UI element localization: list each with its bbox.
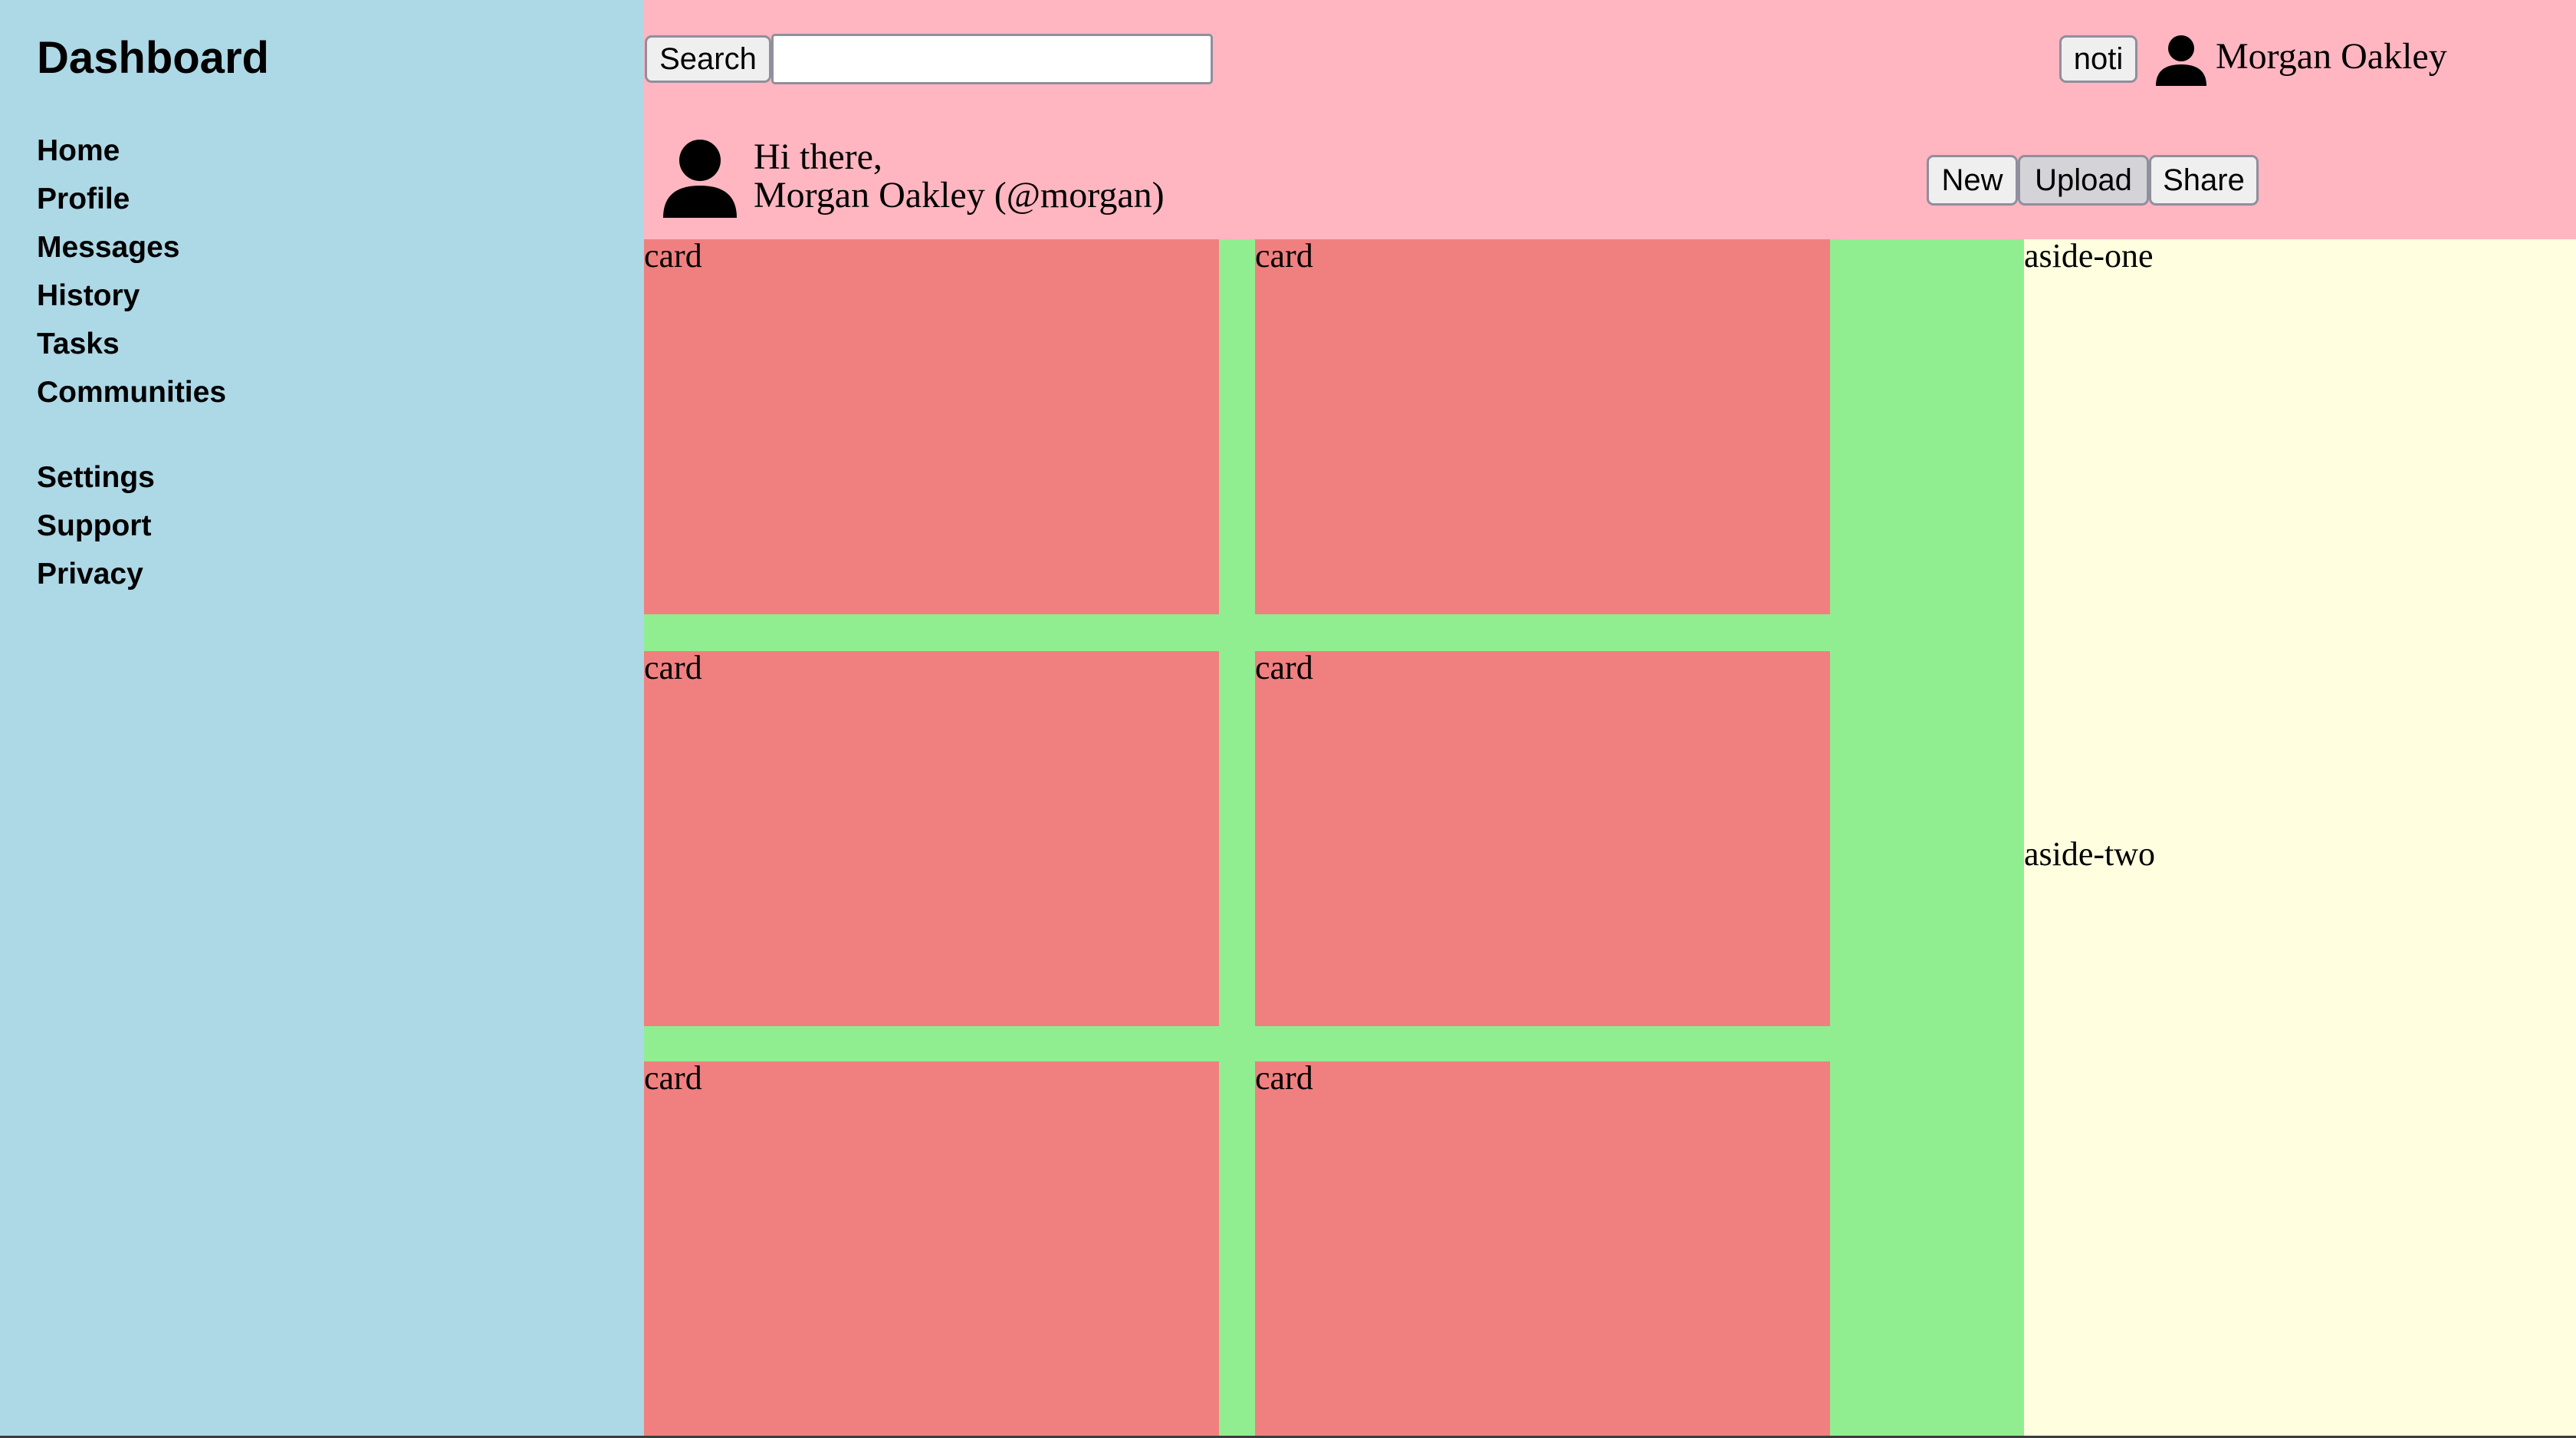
card-label: card <box>1255 1059 1313 1097</box>
card-label: card <box>644 237 702 275</box>
greeting-line-1: Hi there, <box>754 137 882 177</box>
card-label: card <box>644 649 702 686</box>
card[interactable]: card <box>1255 1061 1830 1436</box>
search-button[interactable]: Search <box>645 35 771 83</box>
card-label: card <box>1255 649 1313 686</box>
sidebar-item-support[interactable]: Support <box>37 507 151 545</box>
greeting-line-2: Morgan Oakley (@morgan) <box>754 175 1165 216</box>
card[interactable]: card <box>644 1061 1219 1436</box>
sidebar-item-home[interactable]: Home <box>37 132 120 170</box>
card[interactable]: card <box>644 239 1219 614</box>
aside-one: aside-one <box>2024 237 2154 275</box>
sidebar-item-settings[interactable]: Settings <box>37 459 155 497</box>
header: Search noti Morgan Oakley Hi there, Morg… <box>644 0 2576 239</box>
sidebar-item-communities[interactable]: Communities <box>37 373 226 412</box>
aside: aside-one aside-two <box>2024 239 2576 1436</box>
card-label: card <box>1255 237 1313 275</box>
share-button[interactable]: Share <box>2149 155 2259 206</box>
greeting-avatar-icon <box>663 140 737 218</box>
sidebar-title: Dashboard <box>37 33 269 83</box>
card-label: card <box>644 1059 702 1097</box>
sidebar-item-history[interactable]: History <box>37 277 140 315</box>
sidebar-item-profile[interactable]: Profile <box>37 180 130 219</box>
new-button[interactable]: New <box>1927 155 2018 206</box>
search-input[interactable] <box>771 34 1213 84</box>
sidebar-item-messages[interactable]: Messages <box>37 229 179 267</box>
card[interactable]: card <box>1255 651 1830 1026</box>
sidebar-item-privacy[interactable]: Privacy <box>37 555 143 594</box>
aside-two: aside-two <box>2024 835 2156 873</box>
card[interactable]: card <box>644 651 1219 1026</box>
card[interactable]: card <box>1255 239 1830 614</box>
user-name[interactable]: Morgan Oakley <box>2216 34 2447 80</box>
notification-button[interactable]: noti <box>2059 35 2137 83</box>
sidebar-item-tasks[interactable]: Tasks <box>37 325 120 364</box>
card-grid: card card card card card card <box>644 239 2024 1436</box>
upload-button[interactable]: Upload <box>2018 155 2149 206</box>
sidebar: Dashboard Home Profile Messages History … <box>0 0 644 1436</box>
user-avatar-icon[interactable] <box>2154 34 2208 86</box>
greeting: Hi there, Morgan Oakley (@morgan) <box>754 138 1165 215</box>
